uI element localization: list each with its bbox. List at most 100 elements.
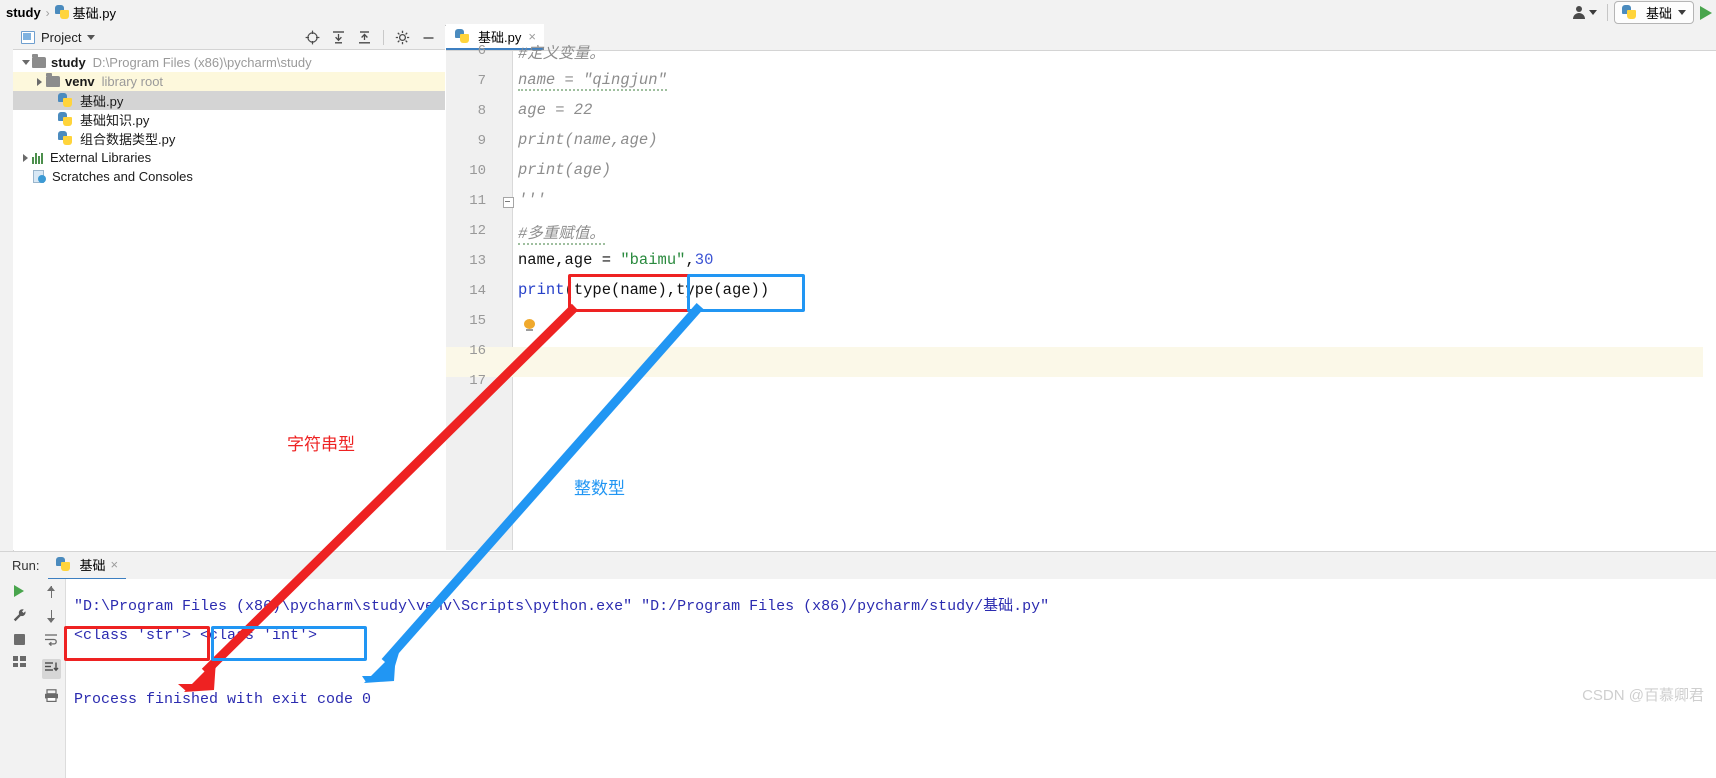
header-divider bbox=[383, 29, 384, 45]
project-panel-header: Project bbox=[13, 25, 445, 50]
line-number: 10 bbox=[469, 163, 486, 179]
blue-highlight-box-code bbox=[687, 274, 805, 312]
tree-item-detail: D:\Program Files (x86)\pycharm\study bbox=[92, 55, 312, 70]
tree-item-study[interactable]: study D:\Program Files (x86)\pycharm\stu… bbox=[13, 53, 445, 72]
line-number: 11 bbox=[469, 193, 486, 209]
tree-item-label: 基础.py bbox=[80, 94, 124, 109]
print-icon[interactable] bbox=[44, 689, 59, 705]
code-line-12: #多重赋值。 bbox=[518, 221, 605, 245]
line-number: 7 bbox=[477, 73, 486, 89]
console-line-finished: Process finished with exit code 0 bbox=[74, 691, 372, 708]
red-highlight-box-output bbox=[64, 626, 210, 661]
rerun-play-icon[interactable] bbox=[14, 585, 24, 597]
pycharm-window: study › 基础.py 基础 Project Project bbox=[0, 0, 1716, 778]
line-number: 17 bbox=[469, 373, 486, 389]
tree-item-label: 基础知识.py bbox=[80, 113, 150, 128]
run-panel-header: Run: 基础 × bbox=[0, 551, 1716, 580]
lightbulb-icon[interactable] bbox=[524, 319, 535, 332]
code-line-10: print(age) bbox=[518, 161, 612, 179]
code-string: "baimu" bbox=[620, 251, 686, 269]
line-number: 6 bbox=[477, 43, 486, 59]
code-line-9: print(name,age) bbox=[518, 131, 658, 149]
project-window-icon bbox=[21, 30, 35, 44]
chevron-down-icon bbox=[1678, 10, 1686, 15]
tree-item-jichuzhishi-py[interactable]: 基础知识.py bbox=[13, 110, 445, 129]
code-line-8: age = 22 bbox=[518, 101, 593, 119]
editor-tab-bar: 基础.py × bbox=[446, 24, 1716, 51]
run-button[interactable] bbox=[1700, 5, 1712, 20]
project-panel-title: Project bbox=[41, 29, 82, 45]
code-line-7: name = "qingjun" bbox=[518, 71, 667, 91]
scroll-to-end-icon[interactable] bbox=[42, 659, 61, 679]
arrow-up-icon[interactable] bbox=[45, 585, 58, 599]
blue-highlight-box-output bbox=[211, 626, 367, 661]
chevron-right-icon[interactable] bbox=[19, 151, 32, 164]
tree-item-label: Scratches and Consoles bbox=[52, 169, 193, 184]
watermark: CSDN @百慕卿君 bbox=[1582, 687, 1704, 704]
code-line-13: name,age = "baimu",30 bbox=[518, 251, 713, 269]
target-scroll-icon[interactable] bbox=[305, 30, 320, 45]
chevron-down-icon bbox=[1588, 10, 1597, 15]
red-highlight-box-code bbox=[568, 274, 690, 312]
soft-wrap-icon[interactable] bbox=[44, 633, 59, 649]
annotation-label-integer-type: 整数型 bbox=[574, 479, 625, 498]
python-file-icon bbox=[58, 112, 72, 127]
python-file-icon bbox=[54, 5, 69, 20]
run-configuration-selector[interactable]: 基础 bbox=[1613, 1, 1694, 24]
tree-item-jichu-py[interactable]: 基础.py bbox=[13, 91, 445, 110]
python-file-icon bbox=[455, 28, 469, 44]
code-line-11: ''' bbox=[518, 191, 546, 209]
folder-icon bbox=[32, 54, 46, 68]
run-toolbar-secondary bbox=[38, 579, 66, 778]
line-number: 14 bbox=[469, 283, 486, 299]
run-tab-jichu[interactable]: 基础 × bbox=[48, 551, 127, 580]
python-file-icon bbox=[58, 131, 72, 146]
close-icon[interactable]: × bbox=[110, 557, 118, 572]
grid-icon[interactable] bbox=[12, 656, 26, 667]
project-panel: Project study D:\Program Files (x86)\pyc… bbox=[13, 25, 445, 550]
tree-item-venv[interactable]: venv library root bbox=[13, 72, 445, 91]
tree-item-scratches[interactable]: Scratches and Consoles bbox=[13, 167, 445, 186]
code-fold-icon[interactable] bbox=[503, 197, 514, 208]
python-file-icon bbox=[56, 557, 71, 572]
gear-icon[interactable] bbox=[395, 30, 410, 45]
minimize-icon[interactable] bbox=[421, 30, 436, 45]
stop-icon[interactable] bbox=[13, 634, 25, 645]
chevron-down-icon[interactable] bbox=[87, 34, 96, 40]
run-panel: Run: 基础 × "D:\Program Files (x86)\pychar… bbox=[0, 551, 1716, 778]
breadcrumb-file[interactable]: 基础.py bbox=[73, 3, 116, 22]
scratches-icon bbox=[33, 170, 47, 183]
user-account-button[interactable] bbox=[1569, 3, 1601, 23]
chevron-right-icon[interactable] bbox=[33, 75, 46, 88]
python-config-icon bbox=[1621, 5, 1636, 20]
code-comma: , bbox=[685, 251, 695, 269]
folder-icon bbox=[46, 73, 60, 87]
line-number: 9 bbox=[477, 133, 486, 149]
console-output[interactable]: "D:\Program Files (x86)\pycharm\study\ve… bbox=[66, 579, 1716, 772]
console-line-command: "D:\Program Files (x86)\pycharm\study\ve… bbox=[74, 598, 1050, 615]
tree-item-label: External Libraries bbox=[50, 150, 152, 165]
breadcrumb-project[interactable]: study bbox=[6, 5, 41, 20]
run-tab-label: 基础 bbox=[79, 558, 106, 573]
run-panel-label: Run: bbox=[12, 558, 40, 573]
python-file-icon bbox=[58, 93, 72, 108]
user-icon bbox=[1572, 6, 1586, 19]
arrow-down-icon[interactable] bbox=[45, 609, 58, 623]
wrench-icon[interactable] bbox=[12, 608, 27, 623]
editor-scrollbar[interactable] bbox=[1703, 51, 1716, 550]
collapse-all-icon[interactable] bbox=[357, 30, 372, 45]
run-toolbar-left bbox=[0, 579, 39, 778]
tree-item-zuhe-py[interactable]: 组合数据类型.py bbox=[13, 129, 445, 148]
line-number: 15 bbox=[469, 313, 486, 329]
current-line-highlight bbox=[446, 347, 1716, 377]
editor-gutter[interactable] bbox=[446, 51, 513, 550]
library-icon bbox=[32, 152, 45, 164]
tree-item-external-libraries[interactable]: External Libraries bbox=[13, 148, 445, 167]
expand-all-icon[interactable] bbox=[331, 30, 346, 45]
project-tree: study D:\Program Files (x86)\pycharm\stu… bbox=[13, 50, 445, 186]
run-configuration-label: 基础 bbox=[1645, 6, 1672, 21]
code-function-print: print bbox=[518, 281, 565, 299]
chevron-down-icon[interactable] bbox=[19, 56, 32, 69]
tree-item-label: study bbox=[51, 55, 86, 70]
annotation-label-string-type: 字符串型 bbox=[287, 435, 355, 454]
